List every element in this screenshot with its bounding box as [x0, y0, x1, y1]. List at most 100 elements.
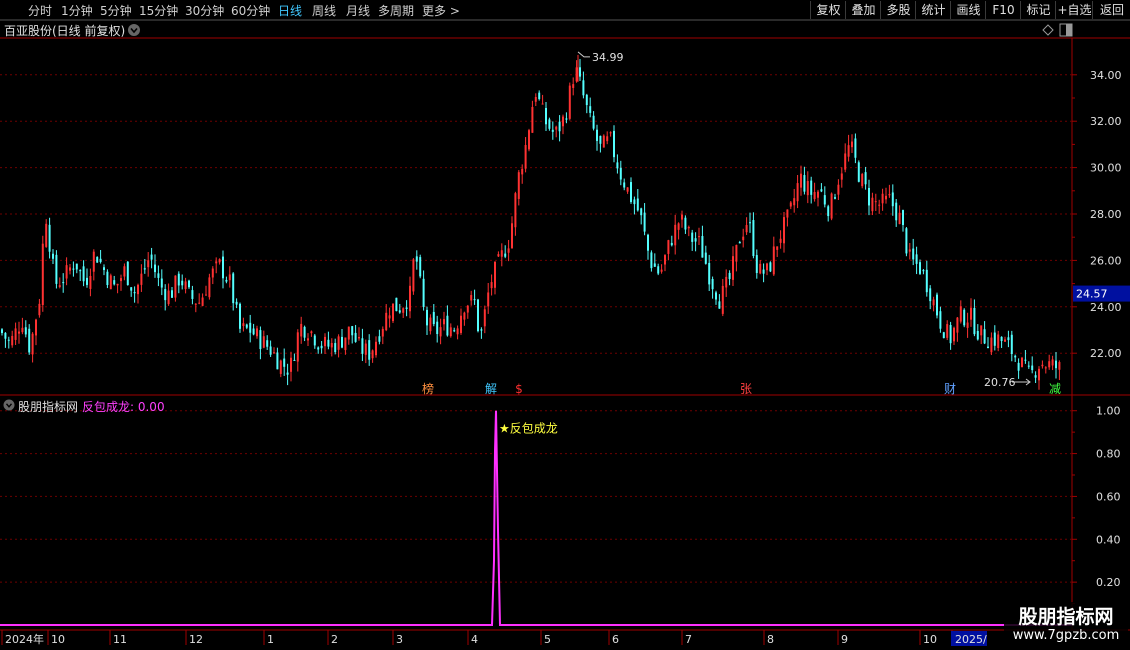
- candle-body: [1038, 368, 1040, 381]
- candle-body: [381, 328, 384, 337]
- candle-body: [783, 217, 785, 244]
- candle-body: [96, 257, 99, 263]
- candle-body: [41, 243, 44, 305]
- candle-body: [402, 308, 405, 313]
- candle-body: [48, 224, 51, 252]
- indicator-line: [0, 410, 1072, 626]
- candle-body: [704, 252, 707, 264]
- y-tick-label: 24.00: [1090, 301, 1122, 314]
- x-axis-label: 9: [841, 633, 848, 646]
- candle-body: [613, 130, 615, 158]
- event-tag-5[interactable]: 减: [1049, 382, 1061, 396]
- candle-body: [324, 336, 326, 347]
- candle-body: [983, 329, 986, 344]
- candle-body: [276, 352, 279, 370]
- candle-body: [953, 327, 955, 342]
- candle-body: [868, 187, 870, 206]
- candle-body: [715, 292, 717, 300]
- event-tag-2[interactable]: $: [515, 382, 523, 396]
- candle-body: [895, 202, 898, 221]
- candle-body: [589, 106, 592, 113]
- candle-body: [405, 307, 408, 309]
- candle-body: [623, 182, 626, 188]
- candle-body: [395, 297, 398, 312]
- event-tag-0[interactable]: 榜: [422, 381, 434, 396]
- candle-body: [698, 236, 700, 238]
- candle-body: [813, 192, 816, 200]
- candle-body: [483, 309, 486, 327]
- chevron-down-icon[interactable]: [3, 399, 15, 411]
- candle-body: [691, 232, 694, 242]
- watermark-url: www.7gpzb.com: [1012, 628, 1120, 643]
- candle-body: [728, 272, 731, 280]
- candle-body: [239, 303, 241, 329]
- candle-body: [942, 332, 945, 339]
- candle-body: [946, 324, 949, 338]
- candle-body: [1024, 359, 1027, 361]
- candle-body: [565, 118, 568, 120]
- candle-body: [245, 324, 248, 328]
- candle-body: [167, 290, 170, 305]
- candle-body: [531, 106, 534, 133]
- candle-body: [840, 173, 843, 180]
- candle-body: [269, 346, 272, 355]
- candle-body: [266, 340, 269, 347]
- candle-body: [24, 327, 27, 335]
- candle-body: [354, 332, 357, 342]
- candle-body: [143, 268, 146, 270]
- candle-body: [497, 254, 500, 257]
- candle-body: [718, 301, 721, 309]
- candle-body: [830, 193, 833, 219]
- candle-body: [545, 108, 547, 125]
- candle-body: [106, 271, 109, 285]
- candle-body: [905, 228, 908, 254]
- candle-body: [912, 248, 915, 260]
- ind-y-tick-label: 0.60: [1096, 490, 1121, 503]
- candle-body: [820, 189, 823, 192]
- candle-body: [388, 315, 391, 319]
- candle-body: [789, 202, 792, 207]
- candle-body: [732, 256, 734, 280]
- candle-body: [1004, 339, 1006, 342]
- candle-body: [1000, 336, 1003, 342]
- candle-body: [776, 246, 779, 250]
- candle-body: [205, 294, 207, 296]
- candle-body: [878, 204, 881, 206]
- event-tag-3[interactable]: 张: [740, 382, 752, 396]
- candle-body: [436, 321, 439, 335]
- candle-body: [823, 195, 826, 205]
- price-chart[interactable]: 34.00 32.00 30.00 28.00 26.00 24.00 22.00 34.99…: [0, 0, 1130, 650]
- x-axis-label: 12: [189, 633, 203, 646]
- y-tick-label: 28.00: [1090, 208, 1122, 221]
- candle-body: [310, 331, 313, 334]
- candle-body: [4, 332, 7, 339]
- candle-body: [575, 67, 578, 82]
- candle-body: [1021, 357, 1023, 368]
- candle-body: [62, 282, 65, 284]
- candle-body: [201, 297, 204, 306]
- signal-label: ★反包成龙: [499, 422, 558, 436]
- candle-body: [885, 195, 887, 200]
- candle-body: [473, 299, 476, 301]
- candle-body: [69, 267, 71, 271]
- candle-body: [847, 145, 850, 157]
- candle-body: [317, 347, 320, 350]
- indicator-name: 股朋指标网: [18, 400, 79, 414]
- candle-body: [929, 288, 932, 302]
- candle-body: [898, 212, 901, 225]
- candle-body: [500, 250, 503, 257]
- event-tag-1[interactable]: 解: [485, 382, 497, 396]
- candle-body: [738, 241, 741, 244]
- candle-body: [120, 278, 122, 282]
- candle-body: [844, 153, 847, 170]
- candle-body: [307, 338, 309, 341]
- x-axis-label: 6: [612, 633, 619, 646]
- event-tag-4[interactable]: 财: [944, 382, 956, 396]
- candle-body: [211, 268, 214, 278]
- candle-body: [837, 184, 840, 195]
- candle-body: [279, 360, 282, 374]
- candle-body: [28, 328, 31, 353]
- x-axis-label: 2024年: [5, 632, 44, 646]
- candle-body: [650, 252, 653, 269]
- candle-body: [55, 254, 58, 284]
